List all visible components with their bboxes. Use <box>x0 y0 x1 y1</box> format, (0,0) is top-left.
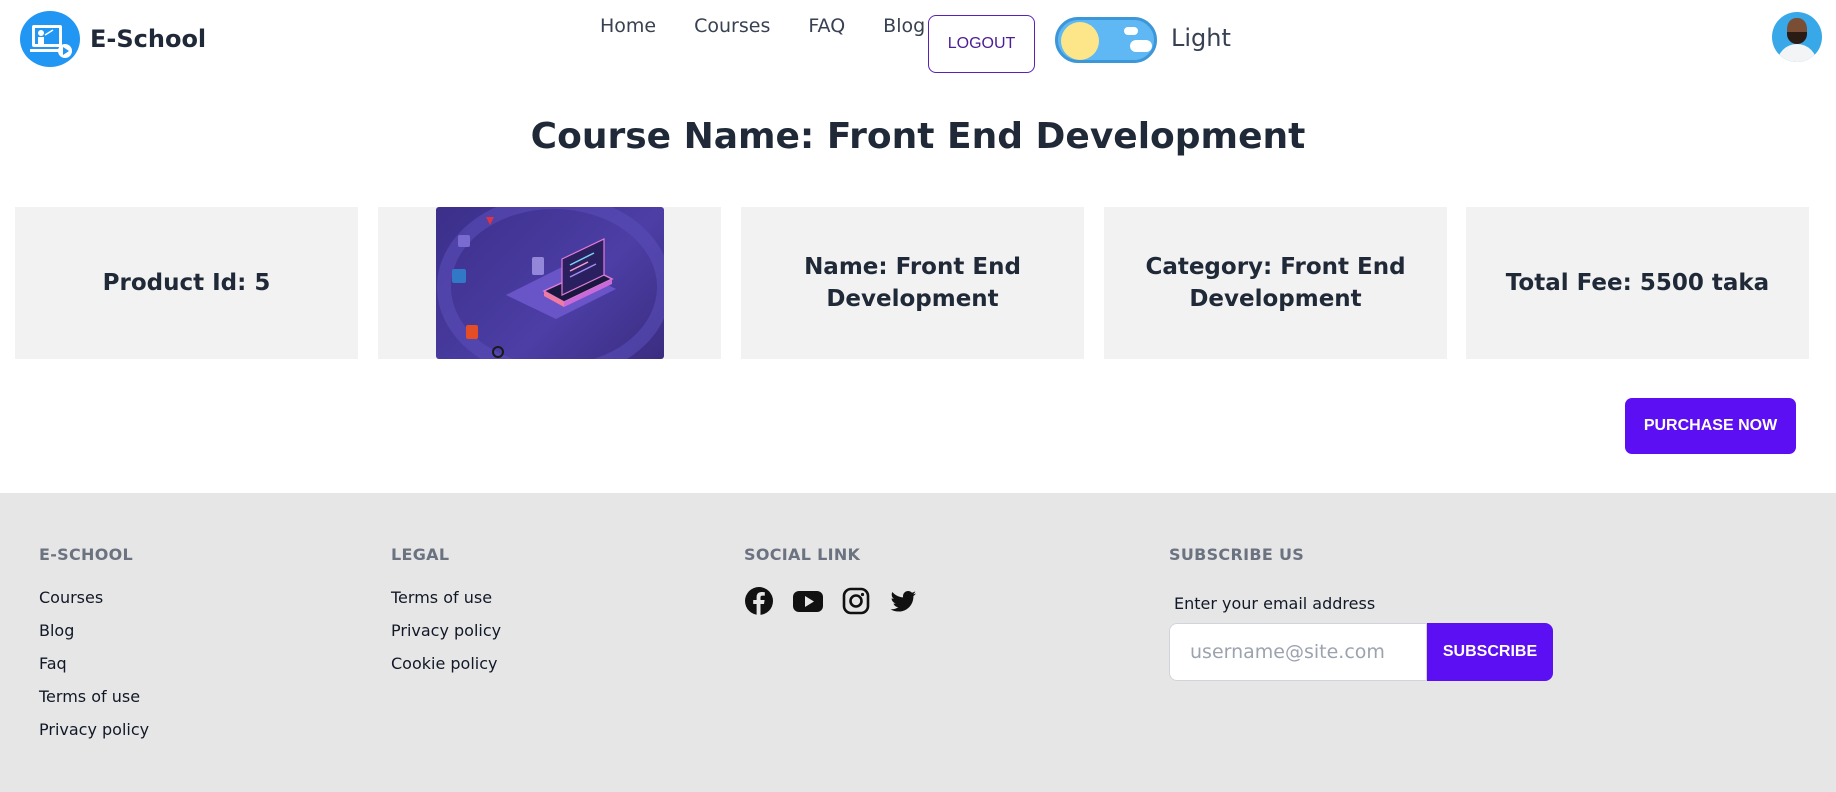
sun-icon <box>1061 22 1099 60</box>
brand-logo[interactable]: E-School <box>20 11 206 67</box>
brand-name: E-School <box>90 25 207 53</box>
twitter-icon[interactable] <box>888 586 918 620</box>
footer-link-privacy-policy[interactable]: Privacy policy <box>391 621 501 640</box>
footer-link-blog[interactable]: Blog <box>39 621 149 640</box>
nav-blog[interactable]: Blog <box>883 15 925 37</box>
avatar-body <box>1777 44 1817 62</box>
product-id-text: Product Id: 5 <box>102 269 271 296</box>
footer: E-SCHOOL Courses Blog Faq Terms of use P… <box>0 493 1836 792</box>
cloud-icon <box>1124 27 1138 35</box>
fee-card: Total Fee: 5500 taka <box>1466 207 1809 359</box>
social-links <box>744 586 936 620</box>
theme-toggle[interactable] <box>1055 17 1157 63</box>
course-image <box>435 207 664 359</box>
footer-col-subscribe: SUBSCRIBE US Enter your email address SU… <box>1169 545 1553 681</box>
page-title: Course Name: Front End Development <box>530 116 1306 157</box>
footer-heading: E-SCHOOL <box>39 545 134 564</box>
youtube-icon[interactable] <box>792 586 824 620</box>
footer-link-terms-of-use[interactable]: Terms of use <box>391 588 501 607</box>
subscribe-form: SUBSCRIBE <box>1169 623 1553 681</box>
nav-home[interactable]: Home <box>600 15 656 37</box>
footer-link-privacy[interactable]: Privacy policy <box>39 720 149 739</box>
category-card: Category: Front End Development <box>1104 207 1447 359</box>
theme-label: Light <box>1171 24 1231 52</box>
instagram-icon[interactable] <box>842 586 870 620</box>
email-input[interactable] <box>1169 623 1427 681</box>
footer-link-faq[interactable]: Faq <box>39 654 149 673</box>
facebook-icon[interactable] <box>744 586 774 620</box>
nav-faq[interactable]: FAQ <box>808 15 845 37</box>
footer-col-legal: LEGAL Terms of use Privacy policy Cookie… <box>391 545 501 673</box>
header: E-School Home Courses FAQ Blog LOGOUT Li… <box>0 0 1836 80</box>
cloud-icon <box>1130 40 1152 52</box>
footer-link-terms[interactable]: Terms of use <box>39 687 149 706</box>
avatar[interactable] <box>1772 12 1822 62</box>
footer-link-cookie-policy[interactable]: Cookie policy <box>391 654 501 673</box>
footer-heading: LEGAL <box>391 545 450 564</box>
course-category-text: Category: Front End Development <box>1145 253 1406 312</box>
name-card: Name: Front End Development <box>741 207 1084 359</box>
footer-link-courses[interactable]: Courses <box>39 588 149 607</box>
footer-heading: SUBSCRIBE US <box>1169 545 1305 564</box>
nav-courses[interactable]: Courses <box>694 15 770 37</box>
purchase-now-button[interactable]: PURCHASE NOW <box>1625 398 1796 454</box>
classroom-logo-icon <box>20 11 80 67</box>
subscribe-label: Enter your email address <box>1174 594 1376 613</box>
main-nav: Home Courses FAQ Blog <box>600 15 963 37</box>
course-image-card <box>378 207 721 359</box>
footer-heading: SOCIAL LINK <box>744 545 861 564</box>
avatar-beard <box>1787 32 1807 44</box>
course-fee-text: Total Fee: 5500 taka <box>1505 269 1770 296</box>
product-id-card: Product Id: 5 <box>15 207 358 359</box>
footer-col-eschool: E-SCHOOL Courses Blog Faq Terms of use P… <box>39 545 149 739</box>
footer-col-social: SOCIAL LINK <box>744 545 936 620</box>
course-name-text: Name: Front End Development <box>804 253 1021 312</box>
subscribe-button[interactable]: SUBSCRIBE <box>1427 623 1553 681</box>
logout-button[interactable]: LOGOUT <box>928 15 1035 73</box>
